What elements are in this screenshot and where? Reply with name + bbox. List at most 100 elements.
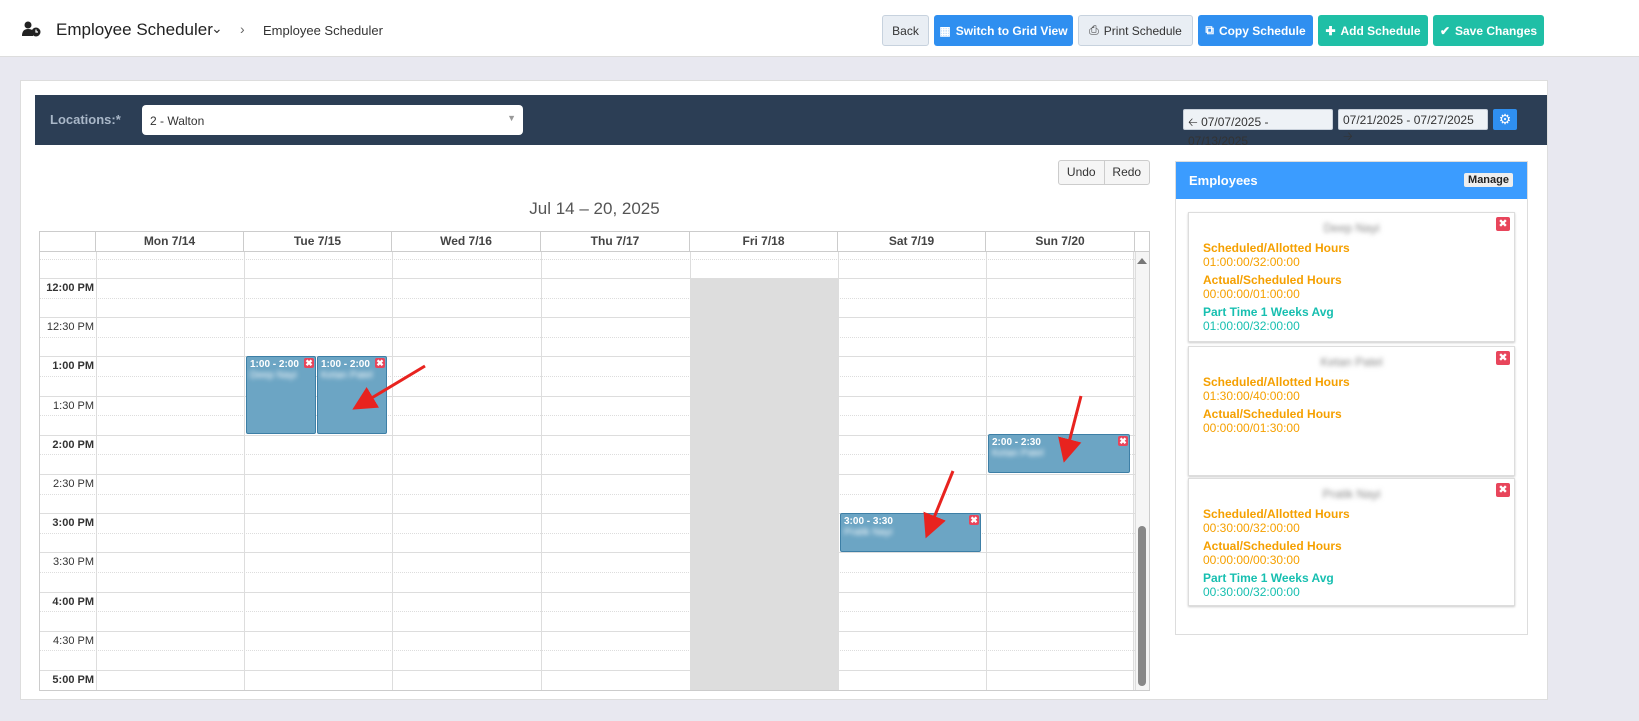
arrow-right-icon: 🡢 <box>1343 129 1353 143</box>
back-button[interactable]: Back <box>882 15 929 46</box>
chevron-down-icon[interactable]: ⌄ <box>211 20 223 37</box>
delete-shift-icon[interactable]: ✖ <box>304 358 314 368</box>
time-label: 5:00 PM <box>52 674 94 686</box>
time-label: 3:30 PM <box>53 556 94 569</box>
employee-name: Deep Nayi <box>1323 221 1380 235</box>
shift-event[interactable]: 3:00 - 3:30 Pratik Nayi ✖ <box>840 513 981 552</box>
half-hour-line <box>40 474 1135 475</box>
save-button[interactable]: ✔ Save Changes <box>1433 15 1544 46</box>
shift-event[interactable]: 2:00 - 2:30 Ketan Patel ✖ <box>988 434 1130 473</box>
shift-event[interactable]: 1:00 - 2:00 Ketan Patel ✖ <box>317 356 387 434</box>
employees-panel: Employees Manage ✖ Deep Nayi Scheduled/Al… <box>1175 161 1528 635</box>
shift-time: 1:00 - 2:00 <box>250 359 299 370</box>
switch-grid-button[interactable]: ▦ Switch to Grid View <box>934 15 1073 46</box>
half-hour-line <box>40 434 1135 436</box>
actual-value: 00:00:00/00:30:00 <box>1203 553 1300 567</box>
save-label: Save Changes <box>1455 23 1538 38</box>
next-week-label: 07/21/2025 - 07/27/2025 <box>1343 113 1474 127</box>
prev-week-button[interactable]: 🡠 07/07/2025 - 07/13/2025 <box>1183 109 1333 148</box>
employee-card: ✖ Ketan Patel Scheduled/Allotted Hours 0… <box>1188 346 1515 476</box>
scroll-up-icon[interactable] <box>1137 258 1147 264</box>
shift-employee: Deep Nayi <box>250 370 297 381</box>
time-label: 1:30 PM <box>53 399 94 412</box>
delete-shift-icon[interactable]: ✖ <box>375 358 385 368</box>
scheduled-label: Scheduled/Allotted Hours <box>1203 507 1350 521</box>
print-button[interactable]: ⎙ Print Schedule <box>1078 15 1193 46</box>
half-hour-line <box>40 552 1135 554</box>
shift-event[interactable]: 1:00 - 2:00 Deep Nayi ✖ <box>246 356 316 434</box>
delete-shift-icon[interactable]: ✖ <box>1118 436 1128 446</box>
copy-label: Copy Schedule <box>1218 23 1306 38</box>
slot-line <box>40 650 1135 652</box>
week-calendar: Mon 7/14 Tue 7/15 Wed 7/16 Thu 7/17 Fri 7/18… <box>39 231 1150 691</box>
shift-time: 2:00 - 2:30 <box>992 437 1041 448</box>
day-header: Mon 7/14 <box>96 232 244 252</box>
dropdown-arrow-icon: ▼ <box>507 113 516 123</box>
print-icon: ⎙ <box>1089 23 1099 37</box>
slot-line <box>40 336 1135 338</box>
slot-line <box>40 259 1135 260</box>
shift-employee: Ketan Patel <box>992 448 1044 459</box>
time-label: 4:00 PM <box>52 595 94 608</box>
employee-name: Pratik Nayi <box>1322 487 1381 501</box>
avg-value: 01:00:00/32:00:00 <box>1203 319 1300 333</box>
chevron-right-icon: › <box>240 21 245 37</box>
day-header: Thu 7/17 <box>541 232 690 252</box>
half-hour-line <box>40 317 1135 319</box>
slot-line <box>40 689 1135 690</box>
top-bar: Employee Scheduler ⌄ › Employee Schedule… <box>0 0 1639 57</box>
settings-gear-icon[interactable]: ⚙ <box>1493 109 1517 130</box>
time-label: 2:30 PM <box>53 478 94 490</box>
time-label: 12:00 PM <box>46 282 94 294</box>
delete-shift-icon[interactable]: ✖ <box>969 515 979 525</box>
scheduled-value: 00:30:00/32:00:00 <box>1203 521 1300 535</box>
time-header <box>40 232 96 252</box>
employee-card: ✖ Pratik Nayi Scheduled/Allotted Hours 0… <box>1188 478 1515 606</box>
next-week-button[interactable]: 07/21/2025 - 07/27/2025 🡢 <box>1338 109 1488 143</box>
slot-line <box>40 297 1135 299</box>
slot-line <box>40 454 1135 456</box>
redo-button[interactable]: Redo <box>1105 161 1150 184</box>
actual-label: Actual/Scheduled Hours <box>1203 407 1342 421</box>
day-header: Sun 7/20 <box>986 232 1135 252</box>
manage-button[interactable]: Manage <box>1464 173 1513 187</box>
half-hour-line <box>40 630 1135 632</box>
copy-icon: ⧉ <box>1205 23 1214 37</box>
day-header: Wed 7/16 <box>392 232 541 252</box>
shift-time: 3:00 - 3:30 <box>844 516 893 527</box>
add-schedule-button[interactable]: ✚ Add Schedule <box>1318 15 1428 46</box>
day-header: Sat 7/19 <box>838 232 986 252</box>
actual-value: 00:00:00/01:30:00 <box>1203 421 1300 435</box>
time-label: 3:00 PM <box>52 517 94 530</box>
plus-icon: ✚ <box>1325 23 1336 38</box>
employees-header: Employees Manage <box>1176 162 1527 199</box>
avg-label: Part Time 1 Weeks Avg <box>1203 305 1334 319</box>
add-label: Add Schedule <box>1340 23 1421 38</box>
slot-line <box>40 611 1135 613</box>
print-label: Print Schedule <box>1103 23 1182 38</box>
location-select[interactable]: 2 - Walton ▼ <box>142 105 523 135</box>
actual-value: 00:00:00/01:00:00 <box>1203 287 1300 301</box>
scheduled-label: Scheduled/Allotted Hours <box>1203 375 1350 389</box>
time-label: 2:00 PM <box>52 438 94 451</box>
breadcrumb: Employee Scheduler <box>263 23 383 38</box>
check-icon: ✔ <box>1439 23 1450 38</box>
undo-button[interactable]: Undo <box>1059 161 1105 184</box>
shift-time: 1:00 - 2:00 <box>321 359 370 370</box>
half-hour-line <box>40 670 1135 671</box>
unavailable-day-shade <box>690 279 838 690</box>
location-value: 2 - Walton <box>150 114 205 128</box>
time-label: 1:00 PM <box>52 360 94 373</box>
scheduled-value: 01:30:00/40:00:00 <box>1203 389 1300 403</box>
actual-label: Actual/Scheduled Hours <box>1203 273 1342 287</box>
employee-name: Ketan Patel <box>1320 355 1383 369</box>
time-label: 4:30 PM <box>53 634 94 647</box>
scroll-thumb[interactable] <box>1138 526 1146 686</box>
location-label: Locations:* <box>50 112 121 127</box>
copy-button[interactable]: ⧉ Copy Schedule <box>1198 15 1313 46</box>
header-spacer <box>1135 232 1149 252</box>
half-hour-line <box>40 591 1135 593</box>
app-title[interactable]: Employee Scheduler <box>56 20 213 40</box>
scheduled-label: Scheduled/Allotted Hours <box>1203 241 1350 255</box>
undo-redo-group: Undo Redo <box>1058 160 1150 185</box>
